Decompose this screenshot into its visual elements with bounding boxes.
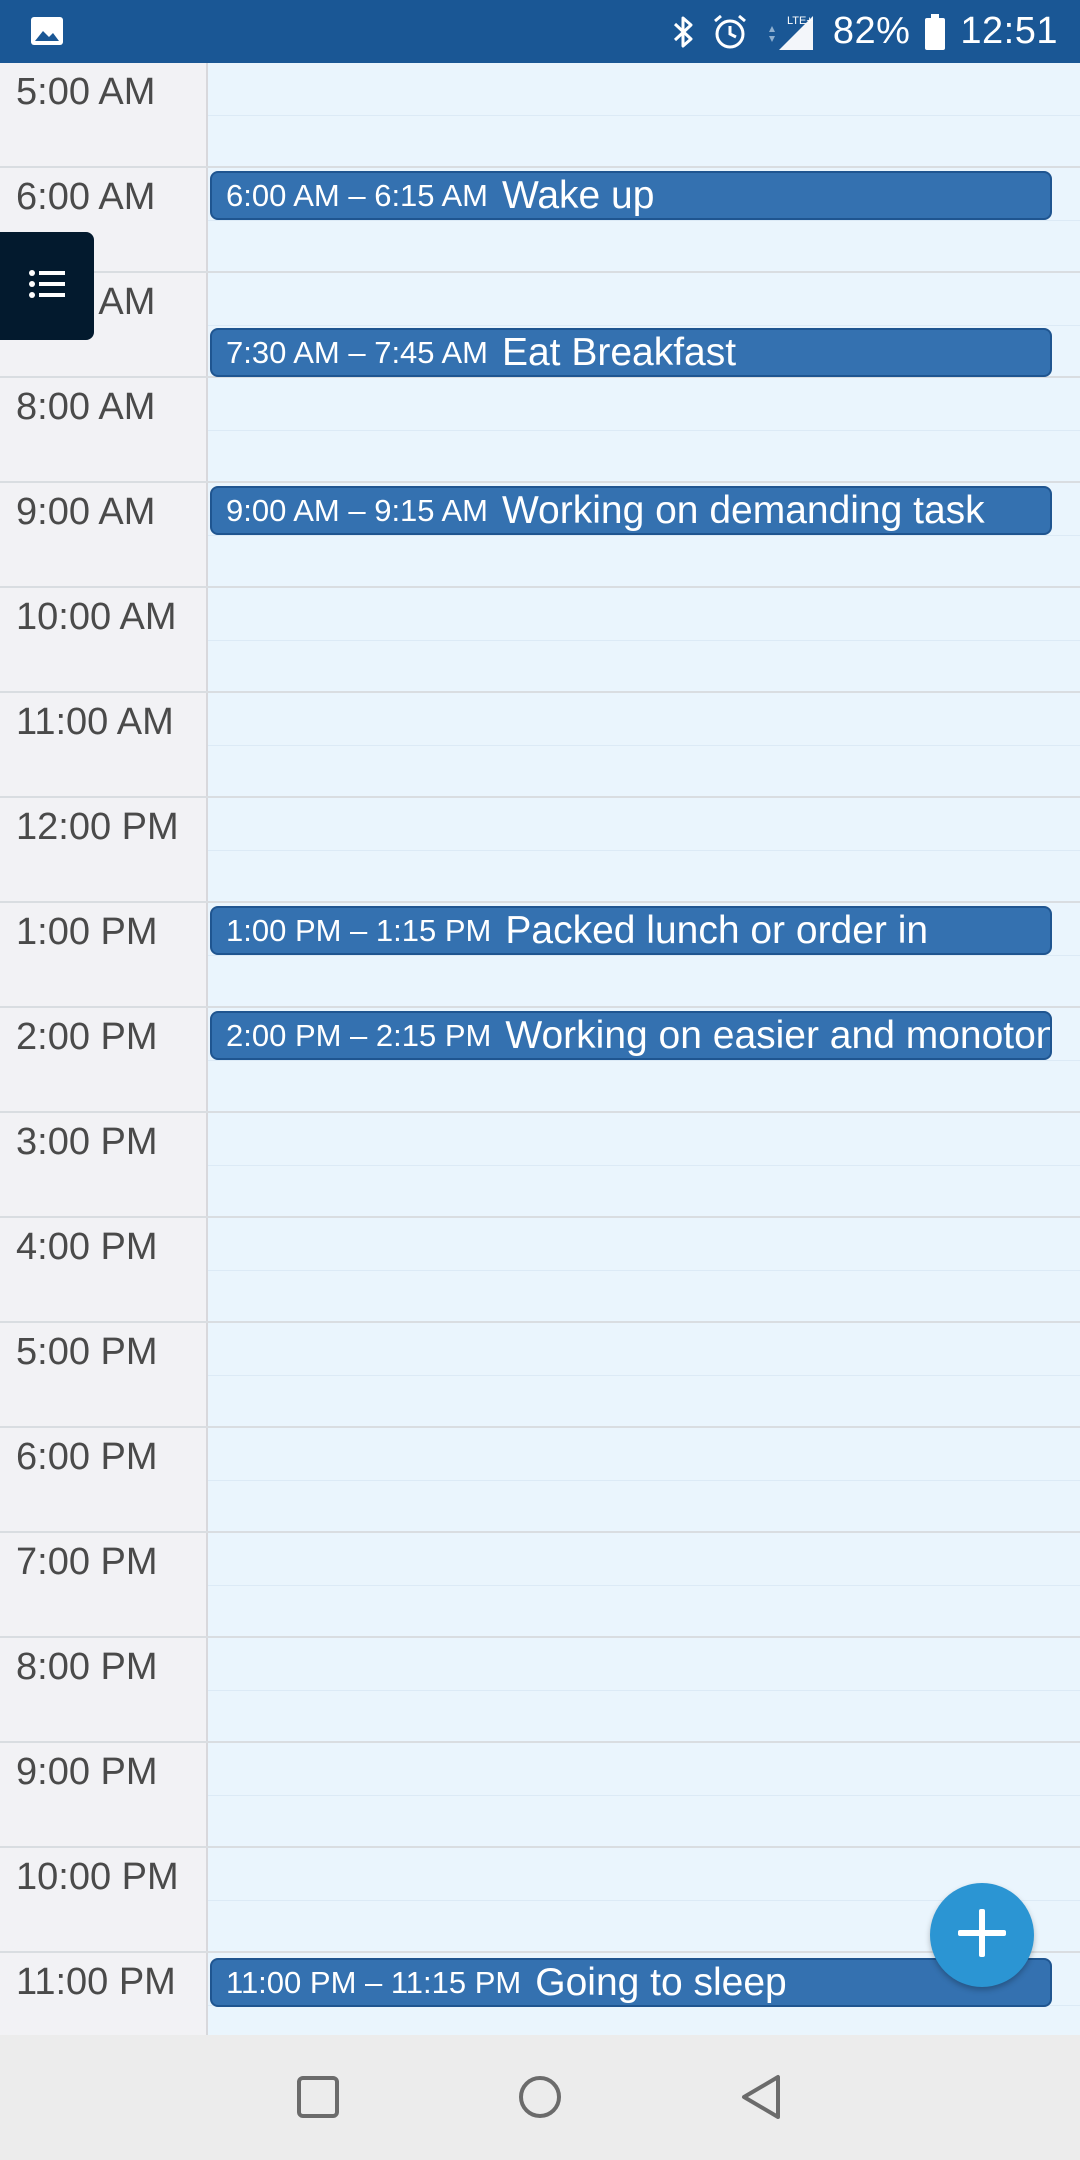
hour-row[interactable]: 7:00 PM (0, 1533, 1080, 1638)
plus-icon (954, 1905, 1010, 1966)
hour-label: 11:00 PM (16, 1961, 176, 2003)
day-view-calendar[interactable]: 5:00 AM 6:00 AM 7:00 AM 8:00 AM 9:00 AM … (0, 63, 1080, 2035)
hour-label: 6:00 PM (16, 1436, 158, 1478)
event-block[interactable]: 11:00 PM – 11:15 PM Going to sleep (210, 1958, 1052, 2007)
event-title: Eat Breakfast (501, 330, 737, 374)
recents-button[interactable] (286, 2065, 350, 2129)
hour-label: 5:00 PM (16, 1331, 158, 1373)
hour-label: 11:00 AM (16, 701, 174, 743)
network-type-label: LTE+ (787, 15, 813, 27)
hour-row[interactable]: 3:00 PM (0, 1113, 1080, 1218)
event-time: 7:30 AM – 7:45 AM (226, 334, 488, 370)
event-block[interactable]: 2:00 PM – 2:15 PM Working on easier and … (210, 1011, 1052, 1060)
hour-label: 4:00 PM (16, 1226, 158, 1268)
event-title: Working on easier and monotonous (505, 1013, 1050, 1057)
hour-label: 5:00 AM (16, 71, 156, 113)
event-title: Packed lunch or order in (505, 908, 929, 952)
hour-label: 8:00 AM (16, 386, 156, 428)
event-time: 9:00 AM – 9:15 AM (226, 492, 488, 528)
square-icon (297, 2076, 339, 2118)
clock-time: 12:51 (960, 10, 1058, 52)
hour-label: 1:00 PM (16, 911, 158, 953)
event-time: 1:00 PM – 1:15 PM (226, 912, 492, 948)
event-title: Going to sleep (535, 1960, 787, 2004)
hour-label: 8:00 PM (16, 1646, 158, 1688)
event-time: 2:00 PM – 2:15 PM (226, 1017, 492, 1053)
hour-row[interactable]: 5:00 AM (0, 63, 1080, 168)
event-block[interactable]: 7:30 AM – 7:45 AM Eat Breakfast (210, 328, 1052, 377)
status-bar: LTE+ 82% 12:51 (0, 0, 1080, 63)
hour-label: 10:00 PM (16, 1856, 179, 1898)
event-title: Working on demanding task (501, 488, 985, 532)
home-button[interactable] (508, 2065, 572, 2129)
hour-label: 3:00 PM (16, 1121, 158, 1163)
hour-label: 9:00 AM (16, 491, 156, 533)
battery-icon (924, 13, 946, 51)
hour-label: 7:00 PM (16, 1541, 158, 1583)
hour-row[interactable]: 10:00 AM (0, 588, 1080, 693)
list-icon (27, 267, 67, 306)
add-event-button[interactable] (930, 1883, 1034, 1987)
hour-row[interactable]: 6:00 PM (0, 1428, 1080, 1533)
event-title: Wake up (501, 173, 655, 217)
navigation-bar (0, 2035, 1080, 2160)
back-button[interactable] (730, 2065, 794, 2129)
image-icon (30, 14, 64, 48)
hour-label: 12:00 PM (16, 806, 179, 848)
hour-label: 9:00 PM (16, 1751, 158, 1793)
hour-label: 10:00 AM (16, 596, 177, 638)
event-time: 6:00 AM – 6:15 AM (226, 177, 488, 213)
event-block[interactable]: 1:00 PM – 1:15 PM Packed lunch or order … (210, 906, 1052, 955)
battery-percent: 82% (832, 10, 911, 52)
hour-row[interactable]: 11:00 AM (0, 693, 1080, 798)
hour-row[interactable]: 5:00 PM (0, 1323, 1080, 1428)
hour-row[interactable]: 9:00 PM (0, 1743, 1080, 1848)
menu-button[interactable] (0, 232, 94, 340)
event-time: 11:00 PM – 11:15 PM (226, 1964, 522, 2000)
hour-label: 6:00 AM (16, 176, 156, 218)
signal-icon: LTE+ (763, 12, 819, 52)
hour-row[interactable]: 4:00 PM (0, 1218, 1080, 1323)
back-triangle-icon (742, 2075, 780, 2119)
event-block[interactable]: 9:00 AM – 9:15 AM Working on demanding t… (210, 486, 1052, 535)
circle-icon (519, 2076, 561, 2118)
bluetooth-icon (671, 14, 697, 50)
hour-row[interactable]: 10:00 PM (0, 1848, 1080, 1953)
event-block[interactable]: 6:00 AM – 6:15 AM Wake up (210, 171, 1052, 220)
hour-label: 2:00 PM (16, 1016, 158, 1058)
alarm-icon (711, 13, 749, 51)
hour-row[interactable]: 8:00 AM (0, 378, 1080, 483)
hour-row[interactable]: 12:00 PM (0, 798, 1080, 903)
hour-row[interactable]: 8:00 PM (0, 1638, 1080, 1743)
